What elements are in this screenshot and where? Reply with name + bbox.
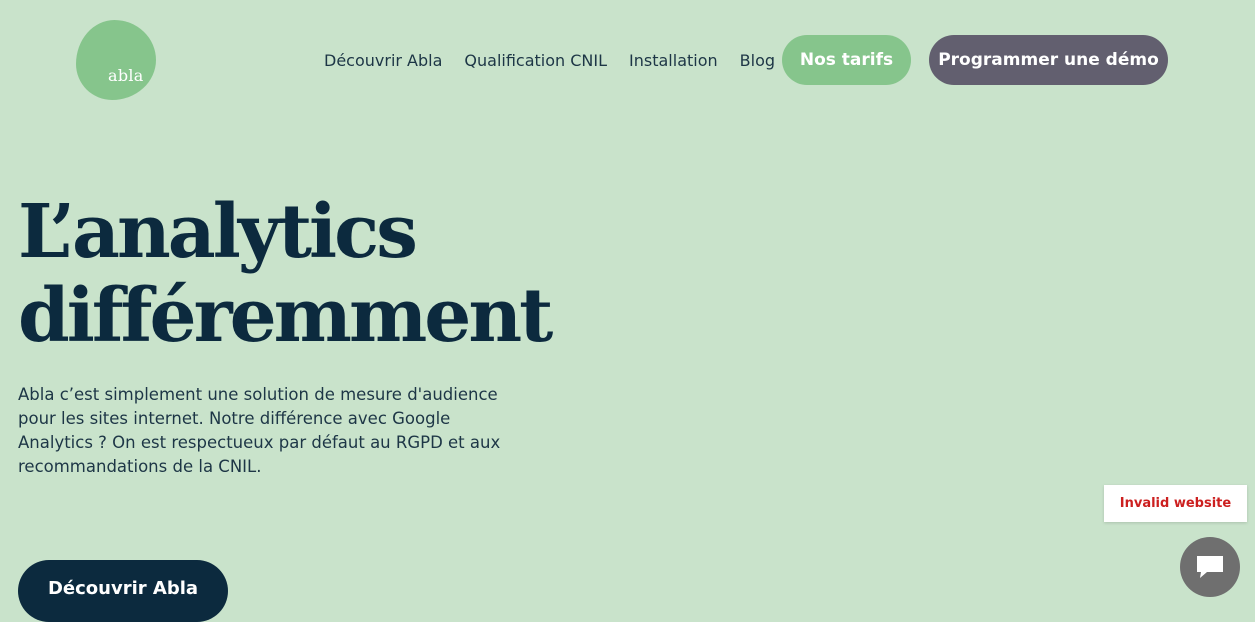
main-nav: Découvrir Abla Qualification CNIL Instal… [300,35,775,85]
invalid-website-badge: Invalid website [1104,485,1247,522]
chat-button[interactable] [1180,537,1240,597]
hero-title-line-1: L’analytics [18,189,418,275]
nav-link-qualification-cnil[interactable]: Qualification CNIL [464,51,607,70]
hero-title: L’analytics différemment [18,189,553,359]
discover-abla-button[interactable]: Découvrir Abla [18,560,228,622]
hero-title-line-2: différemment [18,273,553,359]
logo-text: abla [108,66,144,85]
schedule-demo-button[interactable]: Programmer une démo [929,35,1168,85]
nav-link-blog[interactable]: Blog [740,51,775,70]
pricing-button[interactable]: Nos tarifs [782,35,911,85]
nav-link-decouvrir[interactable]: Découvrir Abla [324,51,442,70]
hero-description: Abla c’est simplement une solution de me… [18,385,501,476]
nav-link-installation[interactable]: Installation [629,51,718,70]
chat-bubble-icon [1195,555,1225,583]
logo[interactable]: abla [76,20,156,100]
